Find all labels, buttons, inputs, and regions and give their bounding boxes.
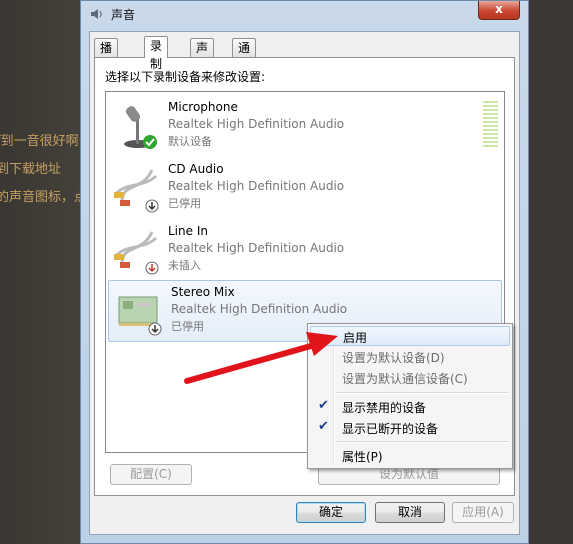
title-bar[interactable]: 声音 x (81, 1, 528, 31)
background-text-line: 到下载地址 (0, 162, 62, 177)
menu-item-label: 设置为默认设备(D) (342, 351, 445, 365)
device-name: Line In (168, 224, 208, 238)
background-page: f到一音很好啊 到下载地址 的声音图标，点 (0, 0, 90, 544)
level-meter (483, 101, 498, 149)
tab-sounds[interactable]: 声音 (190, 38, 215, 73)
device-status: 已停用 (171, 320, 204, 333)
menu-item-label: 启用 (343, 331, 368, 345)
configure-button[interactable]: 配置(C) (110, 464, 192, 485)
device-item-cd-audio[interactable]: CD Audio Realtek High Definition Audio 已… (106, 158, 504, 218)
instruction-text: 选择以下录制设备来修改设置: (105, 70, 266, 84)
close-button[interactable]: x (478, 1, 520, 20)
menu-item-set-default-device[interactable]: 设置为默认设备(D) (310, 347, 510, 367)
tab-communications[interactable]: 通信 (232, 38, 257, 73)
apply-button[interactable]: 应用(A) (452, 502, 514, 523)
green-check-icon (143, 135, 157, 149)
device-name: Stereo Mix (171, 285, 235, 299)
device-description: Realtek High Definition Audio (168, 241, 345, 255)
window-title: 声音 (111, 8, 136, 22)
device-name: Microphone (168, 100, 238, 114)
menu-item-enable[interactable]: 启用 (310, 326, 510, 346)
microphone-icon (124, 106, 157, 149)
menu-item-show-disabled[interactable]: ✔ 显示禁用的设备 (310, 397, 510, 417)
device-status: 默认设备 (168, 135, 212, 148)
audio-cable-icon (114, 169, 159, 213)
menu-item-label: 显示已断开的设备 (342, 422, 439, 436)
menu-separator (336, 441, 509, 443)
speaker-icon (91, 9, 102, 19)
sound-card-icon (118, 296, 162, 336)
checkmark-icon: ✔ (318, 398, 329, 413)
device-description: Realtek High Definition Audio (171, 302, 348, 316)
device-status: 未插入 (168, 259, 201, 272)
device-description: Realtek High Definition Audio (168, 117, 345, 131)
menu-separator (336, 392, 509, 394)
audio-cable-icon (114, 231, 159, 275)
menu-item-properties[interactable]: 属性(P) (310, 446, 510, 466)
background-text-line: 的声音图标，点 (0, 190, 88, 205)
background-text-line: f到一音很好啊 (0, 134, 79, 149)
device-status: 已停用 (168, 197, 201, 210)
tab-playback[interactable]: 播放 (94, 38, 119, 73)
ok-button[interactable]: 确定 (296, 502, 366, 523)
device-name: CD Audio (168, 162, 224, 176)
device-item-line-in[interactable]: Line In Realtek High Definition Audio 未插… (106, 220, 504, 280)
cancel-button[interactable]: 取消 (375, 502, 445, 523)
menu-item-label: 属性(P) (342, 450, 383, 464)
menu-item-show-disconnected[interactable]: ✔ 显示已断开的设备 (310, 418, 510, 438)
context-menu: 启用 设置为默认设备(D) 设置为默认通信设备(C) ✔ 显示禁用的设备 ✔ 显… (307, 323, 513, 469)
menu-item-label: 显示禁用的设备 (342, 401, 427, 415)
menu-item-set-default-comm-device[interactable]: 设置为默认通信设备(C) (310, 368, 510, 388)
device-description: Realtek High Definition Audio (168, 179, 345, 193)
tab-recording[interactable]: 录制 (144, 36, 169, 71)
device-item-microphone[interactable]: Microphone Realtek High Definition Audio… (106, 96, 504, 156)
checkmark-icon: ✔ (318, 419, 329, 434)
menu-item-label: 设置为默认通信设备(C) (342, 372, 468, 386)
